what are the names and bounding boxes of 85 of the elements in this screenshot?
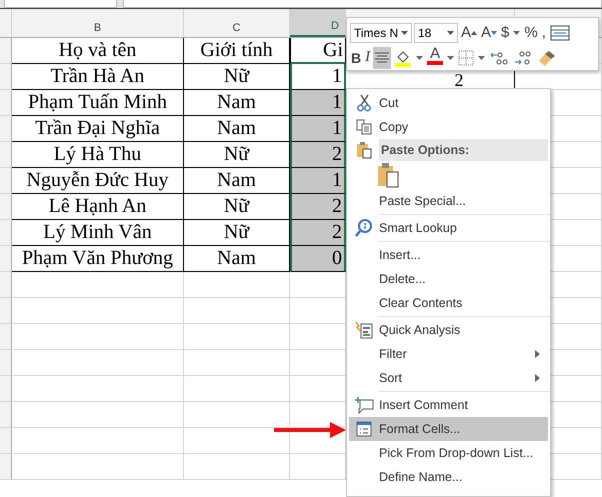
column-header[interactable]: D (290, 9, 346, 37)
table-cell: 2 (290, 220, 346, 246)
menu-section-header: Paste Options: (379, 139, 548, 161)
align-center-button[interactable] (373, 46, 392, 68)
row-header[interactable] (0, 402, 12, 428)
format-cells-icon (356, 421, 372, 437)
menu-item[interactable]: Define Name... (349, 465, 548, 489)
pointer-arrow (274, 421, 346, 439)
toolbar-button[interactable]: $ (500, 22, 510, 44)
row-header[interactable] (0, 116, 12, 142)
merge-icon (550, 24, 570, 40)
row-header[interactable] (0, 220, 12, 246)
caret-icon (513, 30, 520, 34)
row-header[interactable] (0, 324, 12, 350)
menu-item[interactable]: Cut (349, 91, 548, 115)
caret-icon (478, 56, 486, 60)
formula-field[interactable] (123, 0, 602, 8)
row-header[interactable] (0, 454, 12, 480)
triangle-icon (491, 30, 498, 34)
triangle-icon (471, 30, 478, 34)
comment-icon (354, 396, 374, 414)
table-cell: 1 (290, 116, 346, 142)
row-header[interactable] (0, 272, 12, 298)
row-header[interactable] (0, 246, 12, 272)
table-cell: Giới tính (184, 38, 290, 64)
row-header[interactable] (0, 168, 12, 194)
menu-item[interactable]: Sort (349, 366, 548, 390)
copy-icon (356, 119, 372, 135)
table-cell: Phạm Tuấn Minh (12, 90, 184, 116)
scissors-icon (355, 93, 373, 113)
caret-icon (447, 56, 454, 60)
align-center-icon (374, 50, 390, 64)
menu-item[interactable]: Pick From Drop-down List... (349, 441, 548, 465)
row-header[interactable] (0, 64, 12, 90)
caret-icon (447, 30, 454, 34)
name-box[interactable] (4, 0, 118, 8)
row-header[interactable] (0, 298, 12, 324)
font-size-dropdown[interactable]: 18 (414, 22, 458, 42)
table-cell: Lý Minh Vân (12, 220, 184, 246)
increase-decimal-icon (489, 50, 510, 66)
menu-item[interactable]: Paste Special... (349, 189, 548, 213)
caret-icon (401, 30, 408, 34)
menu-item[interactable]: Delete... (349, 267, 548, 291)
menu-item[interactable]: Clear Contents (349, 291, 548, 315)
paintbrush-icon (537, 48, 558, 66)
row-header[interactable] (0, 428, 12, 454)
table-cell: 0 (290, 246, 346, 272)
row-header[interactable] (0, 90, 12, 116)
clipboard-icon (356, 141, 372, 159)
menu-item[interactable]: Insert... (349, 243, 548, 267)
menu-item[interactable]: Quick Analysis (349, 318, 548, 342)
quick-analysis-icon (355, 321, 373, 339)
table-cell: 2 (290, 142, 346, 168)
table-cell: Trần Hà An (12, 64, 184, 90)
caret-icon (416, 56, 424, 60)
table-cell: Trần Đại Nghĩa (12, 116, 184, 142)
table-cell: Họ và tên (12, 38, 184, 64)
decrease-decimal-icon (513, 50, 534, 66)
borders-icon (458, 50, 474, 66)
table-cell: Nguyễn Đức Huy (12, 168, 184, 194)
column-header[interactable]: B (12, 9, 184, 37)
row-header[interactable] (0, 350, 12, 376)
row-header[interactable] (0, 376, 12, 402)
table-cell: 1 (290, 90, 346, 116)
row-header[interactable] (0, 142, 12, 168)
menu-item[interactable]: Filter (349, 342, 548, 366)
menu-item[interactable]: Insert Comment (349, 393, 548, 417)
table-cell: 2 (290, 194, 346, 220)
menu-item[interactable]: Format Cells... (349, 417, 548, 441)
menu-item[interactable]: Smart Lookup (349, 216, 548, 240)
toolbar-button[interactable]: % (523, 22, 539, 44)
table-cell: Lý Hà Thu (12, 142, 184, 168)
menu-item[interactable]: Copy (349, 115, 548, 139)
table-cell: Lê Hạnh An (12, 194, 184, 220)
search-icon (355, 219, 373, 237)
table-cell: Phạm Văn Phương (12, 246, 184, 272)
table-cell: 1 (290, 168, 346, 194)
font-dropdown[interactable]: Times N (350, 22, 412, 42)
toolbar-button[interactable]: A (480, 22, 498, 44)
row-header[interactable] (0, 38, 12, 64)
table-cell: Nữ (184, 64, 290, 90)
toolbar-button[interactable]: A (460, 22, 478, 44)
paste-option-icon[interactable] (377, 162, 399, 188)
row-header[interactable] (0, 194, 12, 220)
toolbar-button[interactable]: , (540, 22, 547, 44)
